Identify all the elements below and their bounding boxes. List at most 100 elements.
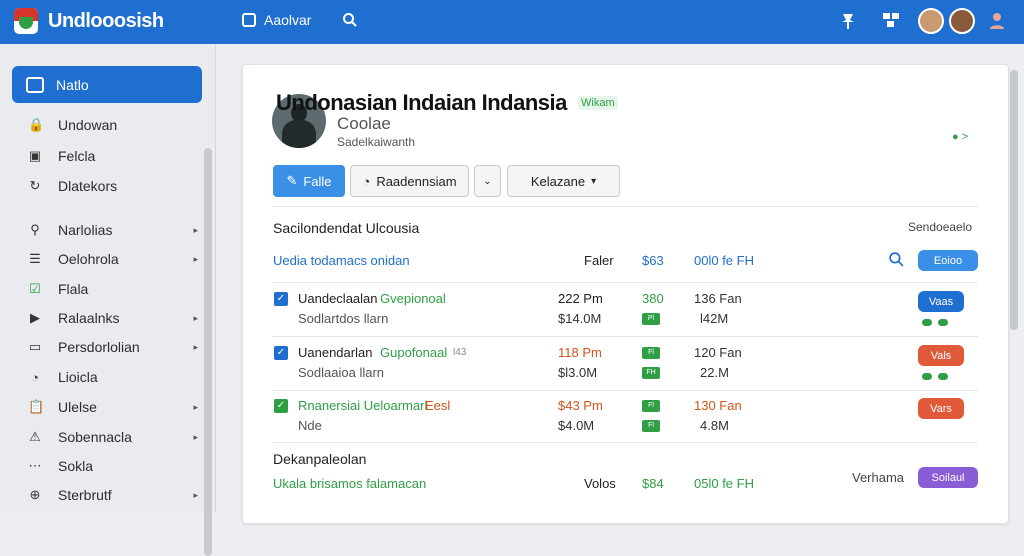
window-icon	[242, 13, 256, 27]
row-val1: 118 Pm	[558, 345, 602, 360]
section-title: Sacilondendat Ulcousia	[273, 220, 420, 236]
window-icon: ▭	[28, 339, 42, 354]
secondary-button[interactable]: ◔ Raadennsiam	[350, 165, 469, 197]
dots-icon: ⋯	[28, 458, 42, 473]
chevron-right-icon: ▸	[193, 489, 198, 500]
sidebar-item[interactable]: ▣ Felcla	[28, 146, 198, 166]
row-sub: Sodlartdos llarn	[298, 311, 389, 326]
divider	[272, 282, 978, 283]
row-val1b: $14.0M	[558, 311, 602, 326]
sidebar-item[interactable]: 🔒 Undowan	[28, 115, 198, 135]
row-val1: $43 Pm	[558, 398, 603, 413]
square-icon: ▣	[28, 148, 42, 163]
row-val3: 136 Fan	[694, 291, 742, 306]
avatar[interactable]	[918, 8, 944, 34]
pencil-icon: ✎	[286, 173, 298, 188]
sidebar-item[interactable]: ▶ Ralaalnks ▸	[28, 308, 198, 328]
lock-icon: 🔒	[28, 117, 45, 132]
chevron-right-icon: ▸	[193, 431, 198, 442]
row-val1b: $l3.0M	[558, 365, 598, 380]
row-checkbox[interactable]: ✓	[274, 292, 288, 306]
expand-button[interactable]: ⌄	[474, 165, 501, 197]
sidebar-item-label: Felcla	[58, 148, 96, 164]
sidebar-item-label: Narlolias	[58, 222, 113, 238]
nav-button[interactable]: Aaolvar	[242, 12, 311, 28]
search-icon[interactable]	[888, 251, 905, 273]
sidebar-item-label: Sterbrutf	[58, 487, 112, 503]
row-val1: 222 Pm	[558, 291, 603, 306]
section-title: Dekanpaleolan	[273, 451, 367, 467]
row-val3b: 4.8M	[700, 418, 729, 433]
header-action-button[interactable]: Eoioo	[918, 250, 978, 271]
row-name-extra: l43	[453, 347, 467, 358]
clipboard-icon: 📋	[28, 399, 45, 414]
app-title: Undlooosish	[48, 10, 164, 32]
sidebar-item[interactable]: ☑ Flala	[28, 279, 198, 299]
chevron-down-icon: ⌄	[483, 175, 492, 187]
nav-button-label: Aaolvar	[264, 12, 312, 28]
clock-icon: ◔	[362, 173, 371, 189]
pin-icon[interactable]	[840, 12, 856, 35]
search-icon[interactable]	[342, 12, 358, 33]
status-badge[interactable]: Vals	[918, 345, 964, 366]
row-name: Rnanersiai Ueloarmarl	[298, 398, 428, 413]
sidebar-item[interactable]: 📋 Ulelse ▸	[28, 397, 198, 417]
footer-col2: $84	[642, 476, 664, 491]
table-header-col1: Faler	[584, 253, 614, 268]
sidebar-item[interactable]: ↻ Dlatekors	[28, 176, 198, 196]
row-val3b: l42M	[700, 311, 729, 326]
sidebar-item[interactable]: ⚠ Sobennacla ▸	[28, 427, 198, 447]
grid-icon[interactable]	[882, 12, 900, 33]
sidebar-item-label: Sokla	[58, 458, 94, 474]
divider	[272, 442, 978, 443]
status-indicator[interactable]: ● >	[952, 131, 968, 143]
app-logo[interactable]	[14, 8, 38, 34]
page-meta: Sadelkaiwanth	[337, 135, 416, 149]
globe-icon: ⊕	[29, 487, 41, 502]
primary-button-label: Falle	[303, 173, 332, 189]
table-header-name: Uedia todamacs onidan	[273, 253, 410, 268]
status-dot	[922, 319, 932, 326]
sidebar-item[interactable]: ⋯ Sokla	[28, 456, 198, 476]
filter-dropdown[interactable]: Kelazane ▾	[507, 165, 620, 197]
sidebar-item[interactable]: ⊕ Sterbrutf ▸	[28, 485, 198, 505]
divider	[272, 390, 978, 391]
footer-col1: Volos	[584, 476, 616, 491]
chevron-down-icon: ▾	[591, 175, 597, 187]
sidebar-item-active[interactable]: Natlo	[12, 66, 202, 103]
avatar[interactable]	[949, 8, 975, 34]
triangle-icon: ⚠	[29, 429, 41, 444]
sidebar-scrollbar[interactable]	[204, 148, 212, 556]
user-icon[interactable]	[988, 12, 1006, 35]
row-val2: Fl	[642, 400, 660, 412]
sidebar-item-label: Ulelse	[58, 399, 97, 415]
sidebar-item[interactable]: ▭ Persdorlolian ▸	[28, 337, 198, 357]
title-tag: Wikam	[578, 96, 618, 110]
footer-action-button[interactable]: Soilaul	[918, 467, 978, 488]
status-badge[interactable]: Vars	[918, 398, 964, 419]
row-name-accent: Gupofonaal	[380, 345, 448, 360]
sidebar-item[interactable]: ☰ Oelohrola ▸	[28, 249, 198, 269]
chat-icon	[26, 76, 44, 93]
page-subtitle: Coolae	[337, 114, 391, 133]
search-icon: ⚲	[30, 222, 40, 237]
sidebar-item-label: Lioicla	[58, 369, 98, 385]
sidebar-item[interactable]: ⚲ Narlolias ▸	[28, 220, 198, 240]
status-dot	[938, 373, 948, 380]
status-badge[interactable]: Vaas	[918, 291, 964, 312]
row-val2: 380	[642, 291, 664, 306]
status-dot	[938, 319, 948, 326]
table-header-col2: $63	[642, 253, 664, 268]
row-checkbox[interactable]: ✓	[274, 346, 288, 360]
chevron-right-icon: ▸	[193, 253, 198, 264]
main-scrollbar[interactable]	[1010, 70, 1018, 330]
check-icon: ☑	[29, 281, 41, 296]
primary-button[interactable]: ✎ Falle	[273, 165, 345, 197]
row-val2b: FH	[642, 367, 660, 379]
sidebar-item[interactable]: ◔ Lioicla	[28, 367, 198, 387]
sidebar-item-label: Flala	[58, 281, 89, 297]
row-val2: Fl	[642, 347, 660, 359]
top-bar: Undlooosish Aaolvar	[0, 0, 1024, 44]
row-checkbox[interactable]: ✓	[274, 399, 288, 413]
divider	[272, 336, 978, 337]
